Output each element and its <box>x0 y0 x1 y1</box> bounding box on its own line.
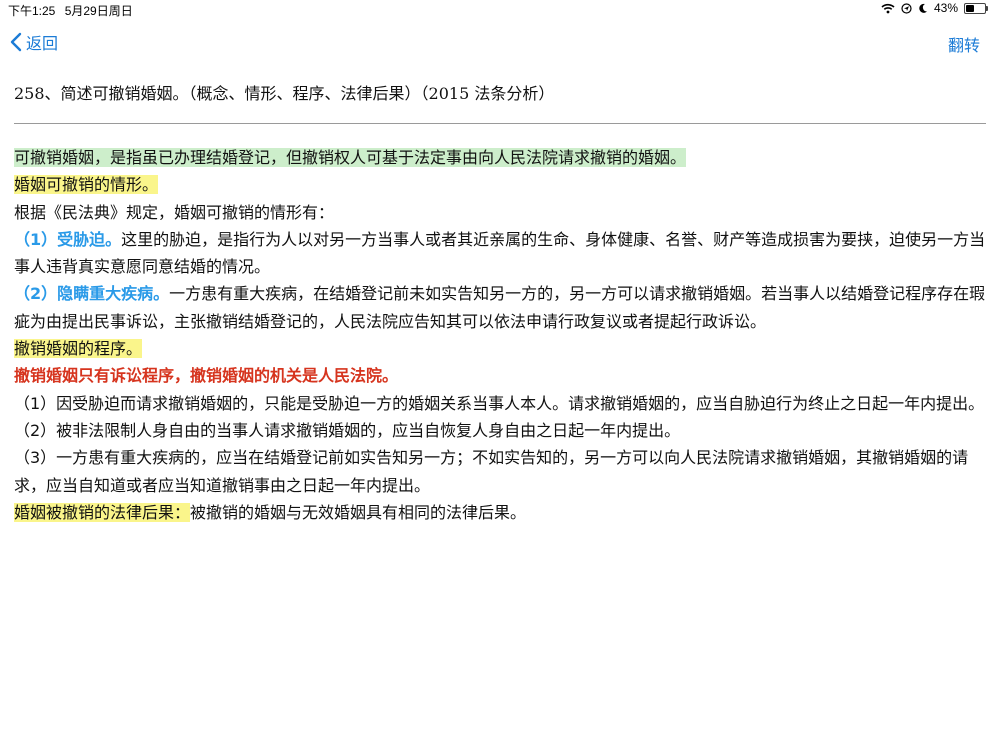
moon-icon <box>919 3 927 13</box>
answer-content: 可撤销婚姻，是指虽已办理结婚登记，但撤销权人可基于法定事由向人民法院请求撤销的婚… <box>14 144 988 526</box>
chevron-left-icon <box>10 32 22 52</box>
situations-heading-line: 婚姻可撤销的情形。 <box>14 171 988 198</box>
definition-line: 可撤销婚姻，是指虽已办理结婚登记，但撤销权人可基于法定事由向人民法院请求撤销的婚… <box>14 144 988 171</box>
consequence-heading: 婚姻被撤销的法律后果： <box>14 502 191 522</box>
wifi-icon <box>881 3 895 13</box>
situation-label: （2）隐瞒重大疾病。 <box>14 284 170 304</box>
back-button[interactable]: 返回 <box>10 30 58 54</box>
status-time: 下午1:25 <box>8 4 56 18</box>
status-icons: 43% <box>881 1 988 15</box>
status-time-date: 下午1:25 5月29日周日 <box>8 2 139 19</box>
battery-percent: 43% <box>933 1 958 15</box>
procedure-item: （3）一方患有重大疾病的，应当在结婚登记前如实告知另一方；不如实告知的，另一方可… <box>14 448 969 495</box>
question-text: 258、简述可撤销婚姻。（概念、情形、程序、法律后果）（2015 法条分析） <box>14 84 555 103</box>
battery-level-fill <box>966 4 974 12</box>
divider <box>14 123 986 124</box>
situation-item: （2）隐瞒重大疾病。一方患有重大疾病，在结婚登记前未如实告知另一方的，另一方可以… <box>14 280 988 335</box>
battery-icon <box>964 2 988 14</box>
location-icon <box>901 2 912 14</box>
flip-button[interactable]: 翻转 <box>948 32 980 56</box>
status-date: 5月29日周日 <box>64 4 133 18</box>
procedure-heading: 撤销婚姻的程序。 <box>14 339 143 359</box>
procedure-heading-line: 撤销婚姻的程序。 <box>14 335 988 362</box>
consequence-text: 被撤销的婚姻与无效婚姻具有相同的法律后果。 <box>190 502 527 522</box>
situation-item: （1）受胁迫。这里的胁迫，是指行为人以对另一方当事人或者其近亲属的生命、身体健康… <box>14 226 988 281</box>
procedure-note: 撤销婚姻只有诉讼程序，撤销婚姻的机关是人民法院。 <box>14 366 399 386</box>
situation-text: 这里的胁迫，是指行为人以对另一方当事人或者其近亲属的生命、身体健康、名誉、财产等… <box>14 229 986 277</box>
definition-text: 可撤销婚姻，是指虽已办理结婚登记，但撤销权人可基于法定事由向人民法院请求撤销的婚… <box>14 148 687 167</box>
procedure-item: （2）被非法限制人身自由的当事人请求撤销婚姻的，应当自恢复人身自由之日起一年内提… <box>14 420 681 440</box>
status-bar: 下午1:25 5月29日周日 43% <box>0 0 1000 18</box>
situation-label: （1）受胁迫。 <box>14 229 122 249</box>
nav-bar: 返回 翻转 <box>0 26 1000 60</box>
situations-intro: 根据《民法典》规定，婚姻可撤销的情形有： <box>14 202 335 222</box>
procedure-item: （1）因受胁迫而请求撤销婚姻的，只能是受胁迫一方的婚姻关系当事人本人。请求撤销婚… <box>14 393 985 413</box>
back-label: 返回 <box>26 34 59 53</box>
situations-heading: 婚姻可撤销的情形。 <box>14 175 159 195</box>
consequence-line: 婚姻被撤销的法律后果：被撤销的婚姻与无效婚姻具有相同的法律后果。 <box>14 499 988 526</box>
